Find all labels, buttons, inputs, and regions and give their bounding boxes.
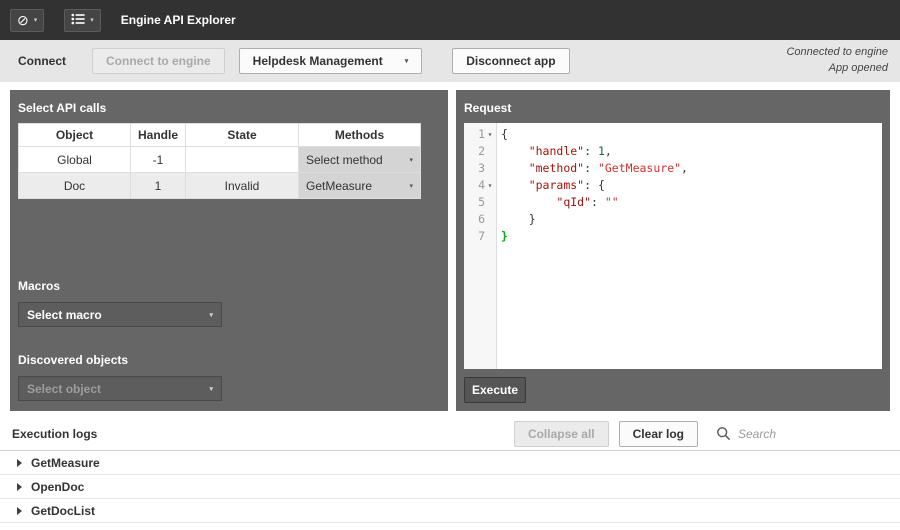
table-row: Global -1 Select method ▾ [19, 147, 421, 173]
search-box [716, 426, 888, 441]
topbar: ⊘ ▾ ▾ Engine API Explorer [0, 0, 900, 40]
select-api-calls-title: Select API calls [18, 101, 440, 115]
app-selector-label: Helpdesk Management [253, 54, 383, 68]
column-header-methods: Methods [299, 124, 421, 147]
handle-cell: 1 [131, 173, 186, 199]
collapse-all-button[interactable]: Collapse all [514, 421, 609, 447]
macro-select-label: Select macro [27, 308, 102, 322]
circle-slash-icon: ⊘ [17, 13, 29, 27]
expand-arrow-icon [17, 459, 22, 467]
connect-label: Connect [18, 54, 66, 68]
log-entry[interactable]: OpenDoc [0, 475, 900, 499]
method-select-label: GetMeasure [306, 179, 372, 193]
macro-select-dropdown[interactable]: Select macro ▾ [18, 302, 222, 327]
request-panel: Request 1▾234▾567 { "handle": 1, "method… [456, 90, 890, 411]
chevron-down-icon: ▾ [209, 385, 213, 393]
object-cell: Global [19, 147, 131, 173]
main-area: Select API calls Object Handle State Met… [0, 82, 900, 417]
chevron-down-icon: ▾ [405, 57, 409, 65]
chevron-down-icon: ▾ [90, 16, 94, 24]
search-icon [716, 426, 731, 441]
log-entry-label: GetDocList [31, 504, 95, 518]
list-menu-button[interactable]: ▾ [64, 9, 101, 32]
log-entry[interactable]: GetDocList [0, 499, 900, 523]
list-icon [71, 13, 85, 27]
column-header-state: State [186, 124, 299, 147]
hub-menu-button[interactable]: ⊘ ▾ [10, 9, 44, 32]
editor-gutter: 1▾234▾567 [464, 123, 497, 369]
object-cell: Doc [19, 173, 131, 199]
state-cell: Invalid [186, 173, 299, 199]
execute-button[interactable]: Execute [464, 377, 526, 403]
macros-title: Macros [18, 279, 440, 293]
chevron-down-icon: ▾ [409, 182, 413, 190]
log-entry-label: GetMeasure [31, 456, 100, 470]
method-select-doc[interactable]: GetMeasure ▾ [299, 173, 420, 198]
search-input[interactable] [738, 427, 888, 441]
state-cell [186, 147, 299, 173]
method-select-global[interactable]: Select method ▾ [299, 147, 420, 172]
method-select-label: Select method [306, 153, 383, 167]
column-header-object: Object [19, 124, 131, 147]
status-engine: Connected to engine [786, 45, 888, 61]
discovered-objects-title: Discovered objects [18, 353, 440, 367]
handle-cell: -1 [131, 147, 186, 173]
api-calls-table: Object Handle State Methods Global -1 Se… [18, 123, 421, 199]
app-selector-dropdown[interactable]: Helpdesk Management ▾ [239, 48, 423, 74]
request-editor[interactable]: 1▾234▾567 { "handle": 1, "method": "GetM… [464, 123, 882, 369]
chevron-down-icon: ▾ [209, 311, 213, 319]
clear-log-button[interactable]: Clear log [619, 421, 698, 447]
connect-to-engine-button[interactable]: Connect to engine [92, 48, 225, 74]
status-app: App opened [786, 61, 888, 77]
expand-arrow-icon [17, 507, 22, 515]
log-entry-label: OpenDoc [31, 480, 84, 494]
request-title: Request [464, 101, 882, 115]
object-select-dropdown[interactable]: Select object ▾ [18, 376, 222, 401]
disconnect-app-button[interactable]: Disconnect app [452, 48, 569, 74]
logs-actions: Collapse all Clear log [514, 421, 888, 447]
column-header-handle: Handle [131, 124, 186, 147]
table-row: Doc 1 Invalid GetMeasure ▾ [19, 173, 421, 199]
table-header-row: Object Handle State Methods [19, 124, 421, 147]
object-select-label: Select object [27, 382, 101, 396]
editor-code[interactable]: { "handle": 1, "method": "GetMeasure", "… [497, 123, 882, 369]
chevron-down-icon: ▾ [409, 156, 413, 164]
expand-arrow-icon [17, 483, 22, 491]
log-entry[interactable]: GetMeasure [0, 451, 900, 475]
api-calls-panel: Select API calls Object Handle State Met… [10, 90, 448, 411]
chevron-down-icon: ▾ [34, 16, 38, 24]
connection-status: Connected to engine App opened [786, 45, 888, 77]
connect-toolbar: Connect Connect to engine Helpdesk Manag… [0, 40, 900, 82]
execution-logs-section: Execution logs Collapse all Clear log Ge… [0, 417, 900, 523]
page-title: Engine API Explorer [121, 13, 236, 27]
execution-logs-title: Execution logs [12, 427, 97, 441]
execution-logs-header: Execution logs Collapse all Clear log [0, 417, 900, 451]
